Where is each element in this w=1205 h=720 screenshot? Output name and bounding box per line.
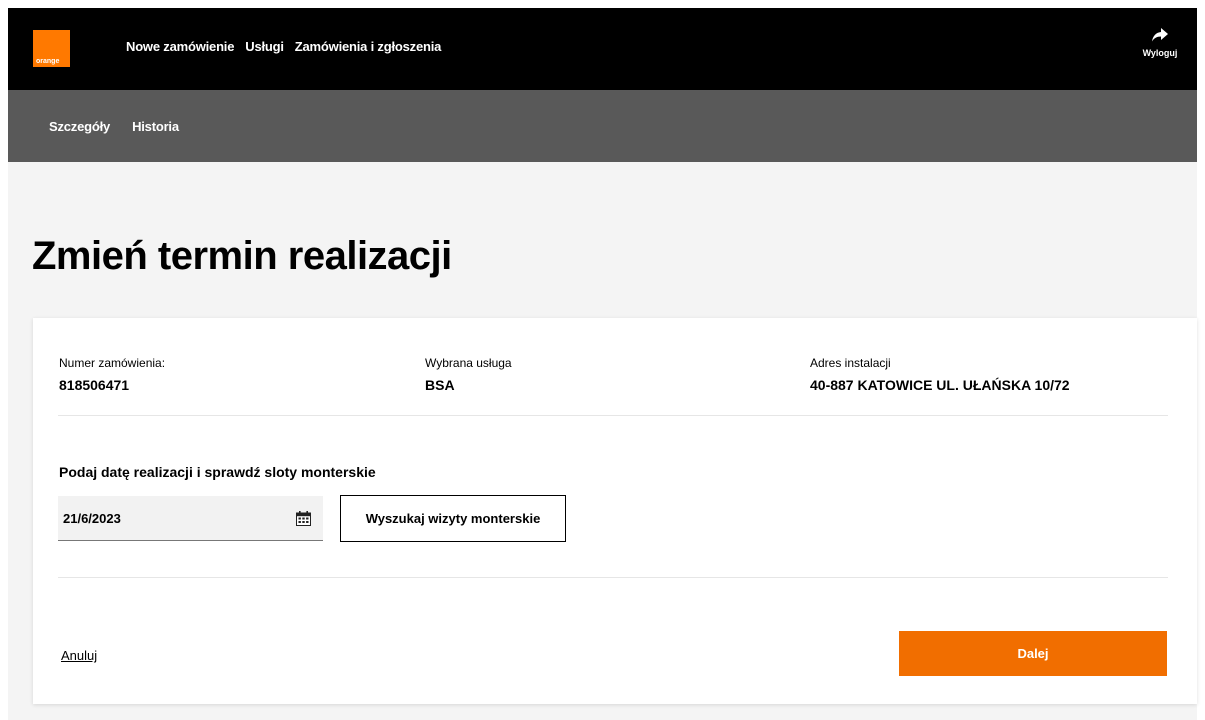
order-number-block: Numer zamówienia: 818506471: [59, 356, 165, 393]
nav-services[interactable]: Usługi: [245, 39, 284, 54]
order-number-value: 818506471: [59, 377, 130, 393]
order-number-label: Numer zamówienia:: [59, 356, 166, 370]
share-arrow-icon: [1152, 28, 1168, 42]
logout-button[interactable]: Wyloguj: [1135, 28, 1185, 58]
app-frame: orange Nowe zamówienie Usługi Zamówienia…: [8, 8, 1197, 720]
sub-nav: Szczegóły Historia: [49, 119, 179, 134]
orange-logo[interactable]: orange: [33, 30, 70, 67]
cancel-link[interactable]: Anuluj: [61, 648, 97, 663]
search-installer-visits-button[interactable]: Wyszukaj wizyty monterskie: [340, 495, 566, 542]
page-title: Zmień termin realizacji: [32, 234, 452, 278]
calendar-icon[interactable]: [296, 511, 311, 526]
address-block: Adres instalacji 40-887 KATOWICE UL. UŁA…: [810, 356, 1070, 393]
divider-bottom: [58, 577, 1168, 578]
divider-top: [58, 415, 1168, 416]
address-value: 40-887 KATOWICE UL. UŁAŃSKA 10/72: [810, 377, 1070, 393]
date-section-label: Podaj datę realizacji i sprawdź sloty mo…: [59, 464, 376, 480]
sub-navigation-bar: Szczegóły Historia: [8, 90, 1197, 162]
nav-new-order[interactable]: Nowe zamówienie: [126, 39, 234, 54]
tab-history[interactable]: Historia: [132, 119, 179, 134]
reschedule-card: Numer zamówienia: 818506471 Wybrana usłu…: [33, 318, 1197, 704]
service-value: BSA: [425, 377, 455, 393]
main-nav: Nowe zamówienie Usługi Zamówienia i zgło…: [126, 39, 441, 54]
logout-label: Wyloguj: [1142, 48, 1178, 58]
address-label: Adres instalacji: [810, 356, 891, 370]
service-block: Wybrana usługa BSA: [425, 356, 512, 393]
date-field[interactable]: [58, 496, 323, 541]
nav-orders-and-tickets[interactable]: Zamówienia i zgłoszenia: [295, 39, 442, 54]
logo-text: orange: [36, 58, 60, 65]
tab-details[interactable]: Szczegóły: [49, 119, 110, 134]
next-button[interactable]: Dalej: [899, 631, 1167, 676]
top-navigation-bar: orange Nowe zamówienie Usługi Zamówienia…: [8, 8, 1197, 90]
date-input[interactable]: [58, 496, 283, 540]
service-label: Wybrana usługa: [425, 356, 512, 370]
